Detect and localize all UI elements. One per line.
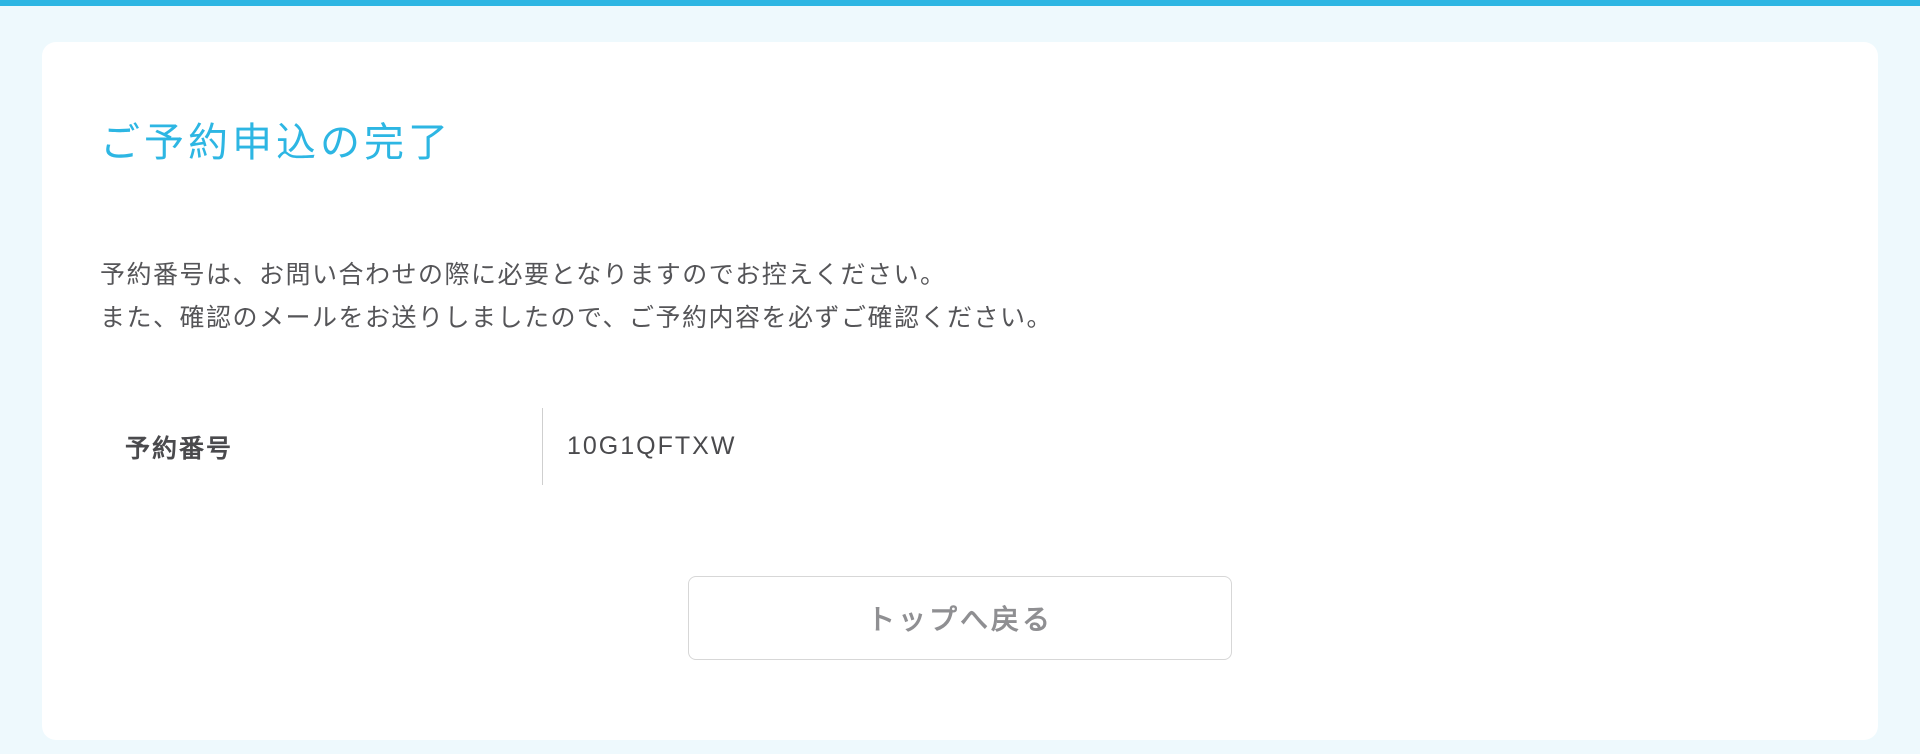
- table-row: 予約番号 10G1QFTXW: [101, 408, 1820, 486]
- reservation-info-table: 予約番号 10G1QFTXW: [100, 407, 1820, 486]
- back-to-top-button[interactable]: トップへ戻る: [688, 576, 1232, 660]
- main-card: ご予約申込の完了 予約番号は、お問い合わせの際に必要となりますのでお控えください…: [42, 42, 1878, 740]
- button-row: トップへ戻る: [100, 576, 1820, 660]
- page-title: ご予約申込の完了: [100, 110, 1820, 168]
- confirmation-description: 予約番号は、お問い合わせの際に必要となりますのでお控えください。また、確認のメー…: [100, 254, 1820, 339]
- accent-top-bar: [0, 0, 1920, 6]
- reservation-number-label: 予約番号: [101, 408, 543, 486]
- reservation-number-value: 10G1QFTXW: [543, 408, 1820, 486]
